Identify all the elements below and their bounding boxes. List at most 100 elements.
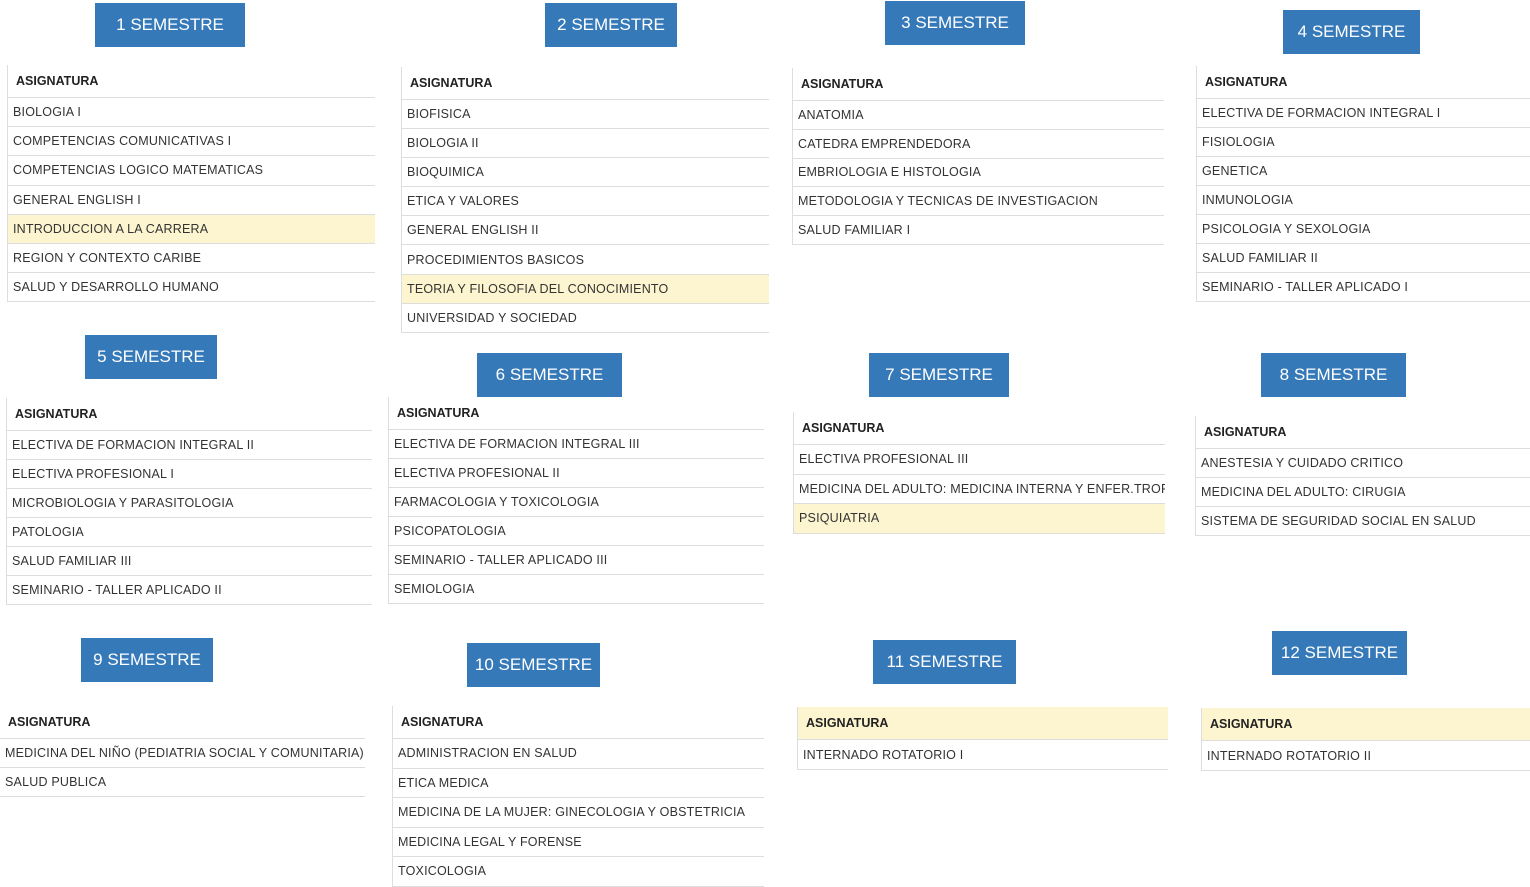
table-row[interactable]: ELECTIVA PROFESIONAL II xyxy=(389,459,765,488)
subject-cell[interactable]: MEDICINA DEL ADULTO: CIRUGIA xyxy=(1196,478,1530,507)
table-row[interactable]: FARMACOLOGIA Y TOXICOLOGIA xyxy=(389,488,765,517)
subject-cell[interactable]: COMPETENCIAS COMUNICATIVAS I xyxy=(8,127,376,156)
semester-5-button[interactable]: 5 SEMESTRE xyxy=(85,335,217,379)
subject-cell[interactable]: TOXICOLOGIA xyxy=(393,857,765,887)
subject-cell[interactable]: INTRODUCCION A LA CARRERA xyxy=(8,214,376,243)
subject-cell[interactable]: ELECTIVA DE FORMACION INTEGRAL II xyxy=(7,431,373,460)
table-row[interactable]: TOXICOLOGIA xyxy=(393,857,765,887)
subject-cell[interactable]: BIOQUIMICA xyxy=(402,158,770,187)
subject-cell[interactable]: COMPETENCIAS LOGICO MATEMATICAS xyxy=(8,156,376,185)
subject-cell[interactable]: FARMACOLOGIA Y TOXICOLOGIA xyxy=(389,488,765,517)
subject-cell[interactable]: GENETICA xyxy=(1197,157,1530,186)
table-row[interactable]: UNIVERSIDAD Y SOCIEDAD xyxy=(402,303,770,332)
table-row[interactable]: GENERAL ENGLISH II xyxy=(402,216,770,245)
subject-cell[interactable]: SEMINARIO - TALLER APLICADO III xyxy=(389,546,765,575)
subject-cell[interactable]: MEDICINA LEGAL Y FORENSE xyxy=(393,827,765,857)
subject-cell[interactable]: ANESTESIA Y CUIDADO CRITICO xyxy=(1196,449,1530,478)
subject-cell[interactable]: ELECTIVA PROFESIONAL III xyxy=(794,445,1166,475)
table-row[interactable]: SALUD PUBLICA xyxy=(0,768,365,797)
subject-cell[interactable]: INTERNADO ROTATORIO II xyxy=(1202,741,1530,771)
table-row[interactable]: SEMINARIO - TALLER APLICADO III xyxy=(389,546,765,575)
semester-11-button[interactable]: 11 SEMESTRE xyxy=(873,640,1016,684)
table-row[interactable]: CATEDRA EMPRENDEDORA xyxy=(793,129,1165,158)
subject-cell[interactable]: SALUD FAMILIAR I xyxy=(793,216,1165,245)
table-row[interactable]: SALUD FAMILIAR II xyxy=(1197,244,1530,273)
subject-cell[interactable]: ADMINISTRACION EN SALUD xyxy=(393,739,765,769)
table-row[interactable]: ELECTIVA DE FORMACION INTEGRAL III xyxy=(389,430,765,459)
table-row[interactable]: GENERAL ENGLISH I xyxy=(8,185,376,214)
table-row[interactable]: TEORIA Y FILOSOFIA DEL CONOCIMIENTO xyxy=(402,274,770,303)
subject-cell[interactable]: PROCEDIMIENTOS BASICOS xyxy=(402,245,770,274)
table-row[interactable]: ELECTIVA DE FORMACION INTEGRAL II xyxy=(7,431,373,460)
subject-cell[interactable]: GENERAL ENGLISH II xyxy=(402,216,770,245)
semester-3-button[interactable]: 3 SEMESTRE xyxy=(885,1,1025,45)
subject-cell[interactable]: EMBRIOLOGIA E HISTOLOGIA xyxy=(793,158,1165,187)
table-row[interactable]: ANATOMIA xyxy=(793,101,1165,130)
table-row[interactable]: PROCEDIMIENTOS BASICOS xyxy=(402,245,770,274)
subject-cell[interactable]: INTERNADO ROTATORIO I xyxy=(798,740,1169,770)
table-row[interactable]: SALUD Y DESARROLLO HUMANO xyxy=(8,273,376,302)
subject-cell[interactable]: SEMINARIO - TALLER APLICADO I xyxy=(1197,273,1530,302)
subject-cell[interactable]: SISTEMA DE SEGURIDAD SOCIAL EN SALUD xyxy=(1196,507,1530,536)
semester-8-button[interactable]: 8 SEMESTRE xyxy=(1261,353,1406,397)
subject-cell[interactable]: UNIVERSIDAD Y SOCIEDAD xyxy=(402,303,770,332)
table-row[interactable]: MEDICINA LEGAL Y FORENSE xyxy=(393,827,765,857)
semester-12-button[interactable]: 12 SEMESTRE xyxy=(1272,631,1407,675)
table-row[interactable]: METODOLOGIA Y TECNICAS DE INVESTIGACION xyxy=(793,187,1165,216)
table-row[interactable]: ADMINISTRACION EN SALUD xyxy=(393,739,765,769)
subject-cell[interactable]: PSICOLOGIA Y SEXOLOGIA xyxy=(1197,215,1530,244)
table-row[interactable]: ETICA Y VALORES xyxy=(402,187,770,216)
subject-cell[interactable]: ELECTIVA PROFESIONAL II xyxy=(389,459,765,488)
table-row[interactable]: EMBRIOLOGIA E HISTOLOGIA xyxy=(793,158,1165,187)
semester-10-button[interactable]: 10 SEMESTRE xyxy=(467,643,600,687)
subject-cell[interactable]: ETICA Y VALORES xyxy=(402,187,770,216)
table-row[interactable]: ANESTESIA Y CUIDADO CRITICO xyxy=(1196,449,1530,478)
table-row[interactable]: SEMINARIO - TALLER APLICADO II xyxy=(7,576,373,605)
subject-cell[interactable]: ELECTIVA PROFESIONAL I xyxy=(7,460,373,489)
subject-cell[interactable]: BIOLOGIA II xyxy=(402,129,770,158)
subject-cell[interactable]: PATOLOGIA xyxy=(7,518,373,547)
subject-cell[interactable]: METODOLOGIA Y TECNICAS DE INVESTIGACION xyxy=(793,187,1165,216)
semester-7-button[interactable]: 7 SEMESTRE xyxy=(869,353,1009,397)
subject-cell[interactable]: SEMIOLOGIA xyxy=(389,575,765,604)
table-row[interactable]: INTERNADO ROTATORIO I xyxy=(798,740,1169,770)
table-row[interactable]: FISIOLOGIA xyxy=(1197,128,1530,157)
subject-cell[interactable]: PSIQUIATRIA xyxy=(794,504,1166,534)
table-row[interactable]: ETICA MEDICA xyxy=(393,768,765,798)
subject-cell[interactable]: SEMINARIO - TALLER APLICADO II xyxy=(7,576,373,605)
subject-cell[interactable]: REGION Y CONTEXTO CARIBE xyxy=(8,243,376,272)
table-row[interactable]: INMUNOLOGIA xyxy=(1197,186,1530,215)
table-row[interactable]: GENETICA xyxy=(1197,157,1530,186)
semester-1-button[interactable]: 1 SEMESTRE xyxy=(95,3,245,47)
table-row[interactable]: INTRODUCCION A LA CARRERA xyxy=(8,214,376,243)
subject-cell[interactable]: MEDICINA DEL NIÑO (PEDIATRIA SOCIAL Y CO… xyxy=(0,739,365,768)
subject-cell[interactable]: ANATOMIA xyxy=(793,101,1165,130)
semester-9-button[interactable]: 9 SEMESTRE xyxy=(81,638,213,682)
table-row[interactable]: PSIQUIATRIA xyxy=(794,504,1166,534)
table-row[interactable]: REGION Y CONTEXTO CARIBE xyxy=(8,243,376,272)
table-row[interactable]: SALUD FAMILIAR III xyxy=(7,547,373,576)
subject-cell[interactable]: ELECTIVA DE FORMACION INTEGRAL III xyxy=(389,430,765,459)
semester-6-button[interactable]: 6 SEMESTRE xyxy=(477,353,622,397)
subject-cell[interactable]: CATEDRA EMPRENDEDORA xyxy=(793,129,1165,158)
subject-cell[interactable]: BIOLOGIA I xyxy=(8,98,376,127)
table-row[interactable]: SISTEMA DE SEGURIDAD SOCIAL EN SALUD xyxy=(1196,507,1530,536)
subject-cell[interactable]: SALUD PUBLICA xyxy=(0,768,365,797)
table-row[interactable]: BIOQUIMICA xyxy=(402,158,770,187)
table-row[interactable]: BIOLOGIA I xyxy=(8,98,376,127)
table-row[interactable]: MEDICINA DEL NIÑO (PEDIATRIA SOCIAL Y CO… xyxy=(0,739,365,768)
table-row[interactable]: COMPETENCIAS COMUNICATIVAS I xyxy=(8,127,376,156)
subject-cell[interactable]: ETICA MEDICA xyxy=(393,768,765,798)
table-row[interactable]: SALUD FAMILIAR I xyxy=(793,216,1165,245)
table-row[interactable]: MEDICINA DEL ADULTO: CIRUGIA xyxy=(1196,478,1530,507)
table-row[interactable]: BIOLOGIA II xyxy=(402,129,770,158)
table-row[interactable]: PSICOLOGIA Y SEXOLOGIA xyxy=(1197,215,1530,244)
subject-cell[interactable]: MEDICINA DE LA MUJER: GINECOLOGIA Y OBST… xyxy=(393,798,765,828)
subject-cell[interactable]: FISIOLOGIA xyxy=(1197,128,1530,157)
table-row[interactable]: PATOLOGIA xyxy=(7,518,373,547)
table-row[interactable]: INTERNADO ROTATORIO II xyxy=(1202,741,1530,771)
table-row[interactable]: MEDICINA DEL ADULTO: MEDICINA INTERNA Y … xyxy=(794,474,1166,504)
table-row[interactable]: MICROBIOLOGIA Y PARASITOLOGIA xyxy=(7,489,373,518)
table-row[interactable]: BIOFISICA xyxy=(402,100,770,129)
subject-cell[interactable]: MICROBIOLOGIA Y PARASITOLOGIA xyxy=(7,489,373,518)
